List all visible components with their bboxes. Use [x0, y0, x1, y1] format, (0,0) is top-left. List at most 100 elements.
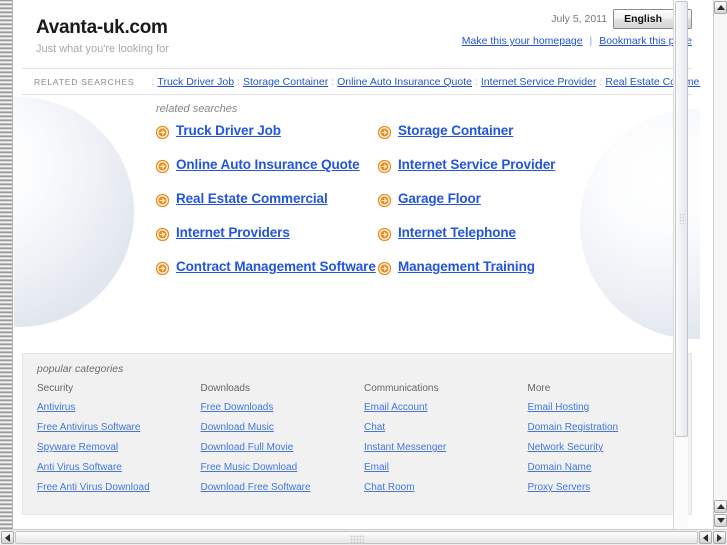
- keyword-cell: Contract Management Software: [156, 259, 378, 275]
- popular-categories-heading: popular categories: [37, 363, 124, 375]
- scroll-left-button[interactable]: [1, 531, 14, 544]
- category-link-1-2[interactable]: Download Full Movie: [201, 442, 365, 453]
- keyword-link-6[interactable]: Internet Providers: [176, 225, 290, 240]
- category-link-1-0[interactable]: Free Downloads: [201, 402, 365, 413]
- category-link-2-1[interactable]: Chat: [364, 422, 528, 433]
- category-column-title: Communications: [364, 383, 439, 394]
- language-select-value: English: [624, 13, 662, 25]
- page-bottom-spacer: [14, 515, 700, 525]
- related-search-link-0[interactable]: Truck Driver Job: [157, 76, 234, 88]
- category-column-title: Downloads: [200, 383, 250, 394]
- category-link-0-4[interactable]: Free Anti Virus Download: [37, 482, 201, 493]
- category-column-title: Security: [37, 383, 74, 394]
- category-link-3-2[interactable]: Network Security: [528, 442, 692, 453]
- triangle-up-icon: [716, 5, 725, 10]
- keyword-link-9[interactable]: Management Training: [398, 259, 535, 274]
- decorative-sphere-left: [14, 97, 134, 327]
- page-vertical-scrollbar-thumb[interactable]: [675, 1, 688, 437]
- keyword-link-4[interactable]: Real Estate Commercial: [176, 191, 328, 206]
- related-searches-separator: :: [237, 76, 240, 88]
- triangle-left-icon: [703, 533, 708, 542]
- category-link-2-4[interactable]: Chat Room: [364, 482, 528, 493]
- category-link-1-4[interactable]: Download Free Software: [201, 482, 365, 493]
- link-separator: |: [589, 35, 593, 47]
- category-column-1: Downloads Free Downloads Download Music Dow…: [201, 383, 365, 502]
- category-link-1-3[interactable]: Free Music Download: [201, 462, 365, 473]
- page-left-edge-stripe: [0, 0, 13, 529]
- header-right-group: July 5, 2011 English Make this your home…: [462, 8, 692, 47]
- category-link-1-1[interactable]: Download Music: [201, 422, 365, 433]
- keyword-link-1[interactable]: Storage Container: [398, 123, 513, 138]
- arrow-circle-right-icon: [156, 126, 169, 139]
- scrollbar-grip-icon: [349, 535, 364, 543]
- category-link-3-4[interactable]: Proxy Servers: [528, 482, 692, 493]
- category-link-0-2[interactable]: Spyware Removal: [37, 442, 201, 453]
- related-search-link-1[interactable]: Storage Container: [243, 76, 328, 88]
- related-searches-bar: RELATED SEARCHES : Truck Driver Job: Stora…: [22, 68, 700, 95]
- keyword-link-3[interactable]: Internet Service Provider: [398, 157, 555, 172]
- browser-vertical-scrollbar[interactable]: [713, 0, 727, 529]
- category-link-0-1[interactable]: Free Antivirus Software: [37, 422, 201, 433]
- scroll-right-button[interactable]: [713, 531, 726, 544]
- keyword-link-0[interactable]: Truck Driver Job: [176, 123, 281, 138]
- keyword-grid: Truck Driver Job Storage Container Online …: [156, 123, 636, 293]
- scroll-down-button[interactable]: [714, 500, 727, 513]
- keyword-cell: Internet Service Provider: [378, 157, 636, 173]
- arrow-circle-right-icon: [156, 194, 169, 207]
- related-searches-heading: related searches: [156, 103, 238, 115]
- arrow-circle-right-icon: [378, 228, 391, 241]
- scroll-down-button-secondary[interactable]: [714, 514, 727, 527]
- scroll-left-button-secondary[interactable]: [699, 531, 712, 544]
- category-link-2-3[interactable]: Email: [364, 462, 528, 473]
- keyword-cell: Internet Telephone: [378, 225, 636, 241]
- keyword-cell: Storage Container: [378, 123, 636, 139]
- keyword-cell: Real Estate Commercial: [156, 191, 378, 207]
- keyword-row: Online Auto Insurance Quote Internet Serv…: [156, 157, 636, 173]
- keyword-link-8[interactable]: Contract Management Software: [176, 259, 376, 274]
- arrow-circle-right-icon: [156, 160, 169, 173]
- category-link-2-0[interactable]: Email Account: [364, 402, 528, 413]
- keyword-row: Truck Driver Job Storage Container: [156, 123, 636, 139]
- make-homepage-link[interactable]: Make this your homepage: [462, 35, 583, 47]
- related-searches-separator: :: [474, 76, 478, 88]
- current-date: July 5, 2011: [551, 13, 608, 25]
- related-searches-bar-links: : Truck Driver Job: Storage Container: Onli…: [149, 76, 701, 88]
- keyword-cell: Online Auto Insurance Quote: [156, 157, 378, 173]
- related-searches-bar-label: RELATED SEARCHES: [34, 77, 135, 87]
- keyword-link-7[interactable]: Internet Telephone: [398, 225, 516, 240]
- category-column-3: More Email Hosting Domain Registration Netw…: [528, 383, 692, 502]
- keyword-link-2[interactable]: Online Auto Insurance Quote: [176, 157, 360, 172]
- keyword-row: Contract Management Software Management T…: [156, 259, 636, 275]
- horizontal-scrollbar-track[interactable]: [15, 531, 698, 544]
- keyword-row: Real Estate Commercial Garage Floor: [156, 191, 636, 207]
- category-link-3-0[interactable]: Email Hosting: [528, 402, 692, 413]
- category-link-2-2[interactable]: Instant Messenger: [364, 442, 528, 453]
- page-header: Avanta-uk.com Just what you're looking f…: [14, 0, 700, 68]
- category-column-2: Communications Email Account Chat Instant M…: [364, 383, 528, 502]
- horizontal-scrollbar-thumb[interactable]: [15, 531, 698, 544]
- main-content: related searches Truck Driver Job Storage…: [14, 95, 700, 353]
- keyword-cell: Internet Providers: [156, 225, 378, 241]
- browser-horizontal-scrollbar[interactable]: [0, 529, 727, 545]
- keyword-row: Internet Providers Internet Telephone: [156, 225, 636, 241]
- scrollbar-grip-icon: [679, 213, 686, 225]
- browser-viewport: Avanta-uk.com Just what you're looking f…: [0, 0, 727, 545]
- scroll-up-button[interactable]: [714, 1, 727, 14]
- category-column-title: More: [527, 383, 551, 394]
- popular-categories-columns: Security Antivirus Free Antivirus Software…: [23, 383, 691, 502]
- page-vertical-scrollbar[interactable]: [673, 0, 688, 529]
- category-link-3-3[interactable]: Domain Name: [528, 462, 692, 473]
- keyword-cell: Garage Floor: [378, 191, 636, 207]
- keyword-link-5[interactable]: Garage Floor: [398, 191, 481, 206]
- arrow-circle-right-icon: [378, 126, 391, 139]
- category-link-0-3[interactable]: Anti Virus Software: [37, 462, 201, 473]
- related-search-link-2[interactable]: Online Auto Insurance Quote: [337, 76, 472, 88]
- arrow-circle-right-icon: [156, 228, 169, 241]
- related-search-link-3[interactable]: Internet Service Provider: [481, 76, 597, 88]
- keyword-cell: Truck Driver Job: [156, 123, 378, 139]
- arrow-circle-right-icon: [378, 262, 391, 275]
- web-page-content: Avanta-uk.com Just what you're looking f…: [14, 0, 700, 529]
- category-column-0: Security Antivirus Free Antivirus Software…: [37, 383, 201, 502]
- category-link-3-1[interactable]: Domain Registration: [528, 422, 692, 433]
- category-link-0-0[interactable]: Antivirus: [37, 402, 201, 413]
